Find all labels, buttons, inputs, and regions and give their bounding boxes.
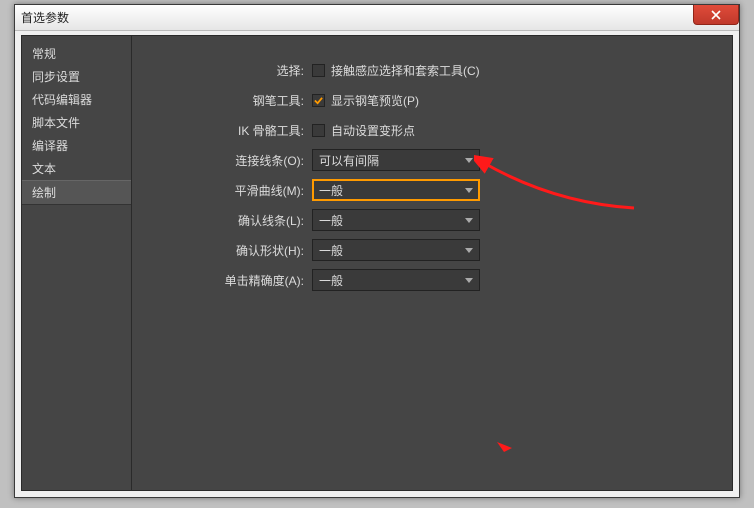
- select-click-precision[interactable]: 一般: [312, 269, 480, 291]
- sidebar-item-label: 脚本文件: [32, 116, 80, 130]
- sidebar-item-label: 同步设置: [32, 70, 80, 84]
- row-confirm-shape: 确认形状(H): 一般: [152, 236, 712, 264]
- sidebar-item-label: 代码编辑器: [32, 93, 92, 107]
- select-value: 一般: [319, 182, 343, 199]
- checkbox-pen-preview[interactable]: [312, 94, 325, 107]
- window-body: 常规 同步设置 代码编辑器 脚本文件 编译器 文本 绘制 选择: 接触感应选择和…: [21, 35, 733, 491]
- label-click: 单击精确度(A):: [152, 272, 312, 289]
- label-connect: 连接线条(O):: [152, 152, 312, 169]
- select-value: 一般: [319, 272, 343, 289]
- label-confirm-shape: 确认形状(H):: [152, 242, 312, 259]
- checkbox-ik-auto[interactable]: [312, 124, 325, 137]
- close-icon: [711, 10, 721, 20]
- label-ik: IK 骨骼工具:: [152, 122, 312, 139]
- select-value: 可以有间隔: [319, 152, 379, 169]
- row-connect: 连接线条(O): 可以有间隔: [152, 146, 712, 174]
- sidebar-item-label: 绘制: [32, 186, 56, 200]
- row-click-precision: 单击精确度(A): 一般: [152, 266, 712, 294]
- checkbox-pen-preview-text: 显示钢笔预览(P): [331, 92, 419, 109]
- row-confirm-line: 确认线条(L): 一般: [152, 206, 712, 234]
- sidebar-item-script[interactable]: 脚本文件: [22, 111, 131, 134]
- checkbox-ik-auto-text: 自动设置变形点: [331, 122, 415, 139]
- chevron-down-icon: [465, 188, 473, 193]
- select-value: 一般: [319, 212, 343, 229]
- row-ik: IK 骨骼工具: 自动设置变形点: [152, 116, 712, 144]
- content-panel: 选择: 接触感应选择和套索工具(C) 钢笔工具: 显示钢笔预览(P) IK 骨骼…: [132, 36, 732, 490]
- checkbox-contact-select[interactable]: [312, 64, 325, 77]
- window-title: 首选参数: [21, 9, 69, 26]
- chevron-down-icon: [465, 158, 473, 163]
- label-smooth: 平滑曲线(M):: [152, 182, 312, 199]
- select-connect-lines[interactable]: 可以有间隔: [312, 149, 480, 171]
- sidebar-item-text[interactable]: 文本: [22, 157, 131, 180]
- row-smooth: 平滑曲线(M): 一般: [152, 176, 712, 204]
- sidebar-item-code-editor[interactable]: 代码编辑器: [22, 88, 131, 111]
- select-value: 一般: [319, 242, 343, 259]
- sidebar-item-label: 文本: [32, 162, 56, 176]
- sidebar-item-label: 常规: [32, 47, 56, 61]
- chevron-down-icon: [465, 278, 473, 283]
- sidebar-item-draw[interactable]: 绘制: [22, 180, 131, 205]
- select-confirm-shape[interactable]: 一般: [312, 239, 480, 261]
- sidebar-item-label: 编译器: [32, 139, 68, 153]
- chevron-down-icon: [465, 218, 473, 223]
- select-confirm-line[interactable]: 一般: [312, 209, 480, 231]
- row-pen: 钢笔工具: 显示钢笔预览(P): [152, 86, 712, 114]
- checkbox-contact-select-text: 接触感应选择和套索工具(C): [331, 62, 480, 79]
- sidebar: 常规 同步设置 代码编辑器 脚本文件 编译器 文本 绘制: [22, 36, 132, 490]
- label-select: 选择:: [152, 62, 312, 79]
- close-button[interactable]: [693, 5, 739, 25]
- label-confirm-line: 确认线条(L):: [152, 212, 312, 229]
- row-select: 选择: 接触感应选择和套索工具(C): [152, 56, 712, 84]
- sidebar-item-sync[interactable]: 同步设置: [22, 65, 131, 88]
- chevron-down-icon: [465, 248, 473, 253]
- preferences-window: 首选参数 常规 同步设置 代码编辑器 脚本文件 编译器 文本 绘制 选择: 接触…: [14, 4, 740, 498]
- titlebar: 首选参数: [15, 5, 739, 31]
- sidebar-item-general[interactable]: 常规: [22, 42, 131, 65]
- annotation-arrow-small-icon: [492, 436, 522, 456]
- sidebar-item-compiler[interactable]: 编译器: [22, 134, 131, 157]
- label-pen: 钢笔工具:: [152, 92, 312, 109]
- select-smooth-curve[interactable]: 一般: [312, 179, 480, 201]
